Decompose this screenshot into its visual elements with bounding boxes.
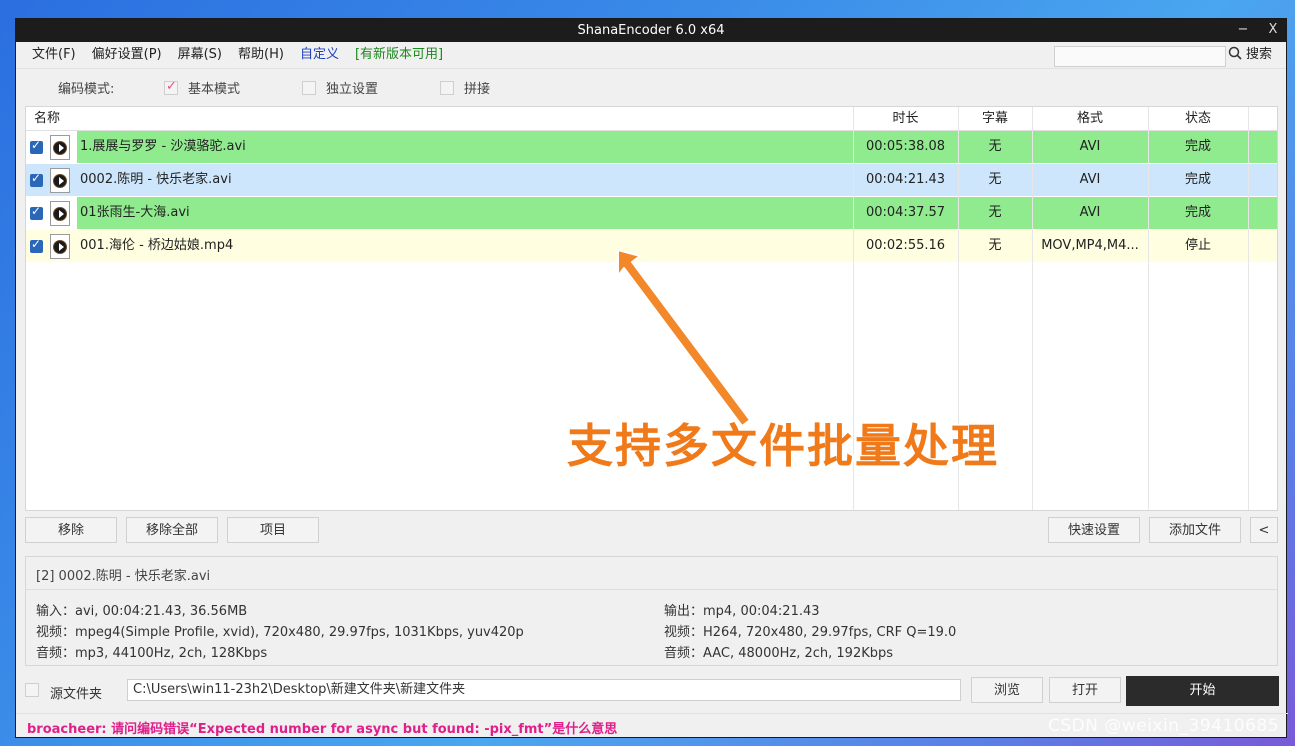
table-row[interactable]: 0002.陈明 - 快乐老家.avi 00:04:21.43 无 AVI 完成 [26, 164, 1277, 196]
header-format[interactable]: 格式 [1032, 107, 1148, 130]
row-checkbox[interactable] [30, 237, 43, 253]
encode-mode-bar: 编码模式: 基本模式 独立设置 拼接 [16, 69, 1286, 103]
browse-button[interactable]: 浏览 [971, 677, 1043, 703]
row-format: AVI [1079, 172, 1101, 187]
output-path-input[interactable]: C:\Users\win11-23h2\Desktop\新建文件夹\新建文件夹 [127, 679, 961, 701]
row-checkbox[interactable] [30, 138, 43, 154]
row-duration: 00:05:38.08 [865, 139, 946, 154]
menu-help[interactable]: 帮助(H) [230, 42, 292, 68]
mode-independent-label: 独立设置 [326, 82, 379, 97]
input-summary: 输入：avi, 00:04:21.43, 36.56MB [36, 604, 248, 619]
video-file-icon [50, 135, 70, 160]
output-video: 视频：H264, 720x480, 29.97fps, CRF Q=19.0 [664, 625, 957, 640]
start-button[interactable]: 开始 [1126, 676, 1279, 706]
row-format: MOV,MP4,M4... [1041, 238, 1139, 253]
row-filename: 01张雨生-大海.avi [80, 205, 190, 220]
list-header: 名称 时长 字幕 格式 状态 [26, 107, 1277, 131]
row-format: AVI [1079, 139, 1101, 154]
selected-file-title: [2] 0002.陈明 - 快乐老家.avi [36, 569, 211, 584]
collapse-button[interactable]: < [1250, 517, 1278, 543]
minimize-button[interactable]: − [1236, 19, 1250, 42]
window-title: ShanaEncoder 6.0 x64 [577, 23, 725, 38]
watermark: CSDN @weixin_39410685 [1048, 716, 1280, 736]
row-checkbox[interactable] [30, 204, 43, 220]
remove-button[interactable]: 移除 [25, 517, 117, 543]
search-icon[interactable] [1228, 46, 1242, 60]
encode-mode-label: 编码模式: [58, 82, 115, 97]
annotation-arrow-icon [617, 249, 751, 427]
video-file-icon [50, 234, 70, 259]
source-folder-label: 源文件夹 [50, 687, 103, 702]
menu-file[interactable]: 文件(F) [24, 42, 84, 68]
row-subtitle: 无 [988, 238, 1002, 253]
row-filename: 001.海伦 - 桥边姑娘.mp4 [80, 238, 234, 253]
header-name[interactable]: 名称 [34, 107, 60, 130]
menu-update-available[interactable]: [有新版本可用] [347, 42, 451, 68]
list-button-bar: 移除 移除全部 项目 快速设置 添加文件 < [16, 517, 1288, 547]
row-status: 停止 [1184, 238, 1211, 253]
remove-all-button[interactable]: 移除全部 [126, 517, 218, 543]
input-video: 视频：mpeg4(Simple Profile, xvid), 720x480,… [36, 625, 524, 640]
status-message: broacheer: 请问编码错误“Expected number for as… [27, 722, 618, 737]
row-filename: 1.展展与罗罗 - 沙漠骆驼.avi [80, 139, 246, 154]
video-file-icon [50, 168, 70, 193]
row-checkbox[interactable] [30, 171, 43, 187]
row-duration: 00:04:37.57 [865, 205, 946, 220]
input-audio: 音频：mp3, 44100Hz, 2ch, 128Kbps [36, 646, 268, 661]
row-status: 完成 [1184, 172, 1211, 187]
title-bar[interactable]: ShanaEncoder 6.0 x64 − X [16, 19, 1286, 42]
header-subtitle[interactable]: 字幕 [958, 107, 1032, 130]
output-audio: 音频：AAC, 48000Hz, 2ch, 192Kbps [664, 646, 894, 661]
mode-concat[interactable]: 拼接 [440, 78, 490, 97]
mode-basic-checkbox[interactable] [164, 79, 178, 95]
menu-bar: 文件(F) 偏好设置(P) 屏幕(S) 帮助(H) 自定义 [有新版本可用] 搜… [16, 42, 1286, 69]
quick-settings-button[interactable]: 快速设置 [1048, 517, 1140, 543]
search-input[interactable] [1054, 46, 1226, 67]
row-duration: 00:02:55.16 [865, 238, 946, 253]
row-filename: 0002.陈明 - 快乐老家.avi [80, 172, 232, 187]
mode-concat-checkbox[interactable] [440, 80, 454, 95]
row-subtitle: 无 [988, 205, 1002, 220]
file-info-panel: [2] 0002.陈明 - 快乐老家.avi 输入：avi, 00:04:21.… [25, 556, 1278, 666]
mode-basic[interactable]: 基本模式 [164, 78, 240, 97]
source-folder-checkbox[interactable] [25, 683, 39, 697]
add-file-button[interactable]: 添加文件 [1149, 517, 1241, 543]
mode-independent[interactable]: 独立设置 [302, 78, 378, 97]
mode-independent-checkbox[interactable] [302, 80, 316, 95]
row-subtitle: 无 [988, 139, 1002, 154]
row-status: 完成 [1184, 205, 1211, 220]
item-button[interactable]: 项目 [227, 517, 319, 543]
row-subtitle: 无 [988, 172, 1002, 187]
header-duration[interactable]: 时长 [853, 107, 958, 130]
output-bar: 源文件夹 C:\Users\win11-23h2\Desktop\新建文件夹\新… [16, 676, 1288, 708]
search-button[interactable]: 搜索 [1246, 42, 1272, 68]
header-status[interactable]: 状态 [1148, 107, 1248, 130]
output-summary: 输出：mp4, 00:04:21.43 [664, 604, 820, 619]
menu-preferences[interactable]: 偏好设置(P) [84, 42, 170, 68]
video-file-icon [50, 201, 70, 226]
row-format: AVI [1079, 205, 1101, 220]
mode-concat-label: 拼接 [464, 82, 491, 97]
mode-basic-label: 基本模式 [188, 82, 241, 97]
table-row[interactable]: 1.展展与罗罗 - 沙漠骆驼.avi 00:05:38.08 无 AVI 完成 [26, 131, 1277, 163]
annotation-text: 支持多文件批量处理 [567, 419, 999, 473]
menu-screen[interactable]: 屏幕(S) [170, 42, 230, 68]
open-button[interactable]: 打开 [1049, 677, 1121, 703]
table-row[interactable]: 01张雨生-大海.avi 00:04:37.57 无 AVI 完成 [26, 197, 1277, 229]
row-duration: 00:04:21.43 [865, 172, 946, 187]
close-button[interactable]: X [1266, 19, 1280, 42]
menu-custom[interactable]: 自定义 [292, 42, 347, 68]
row-status: 完成 [1184, 139, 1211, 154]
